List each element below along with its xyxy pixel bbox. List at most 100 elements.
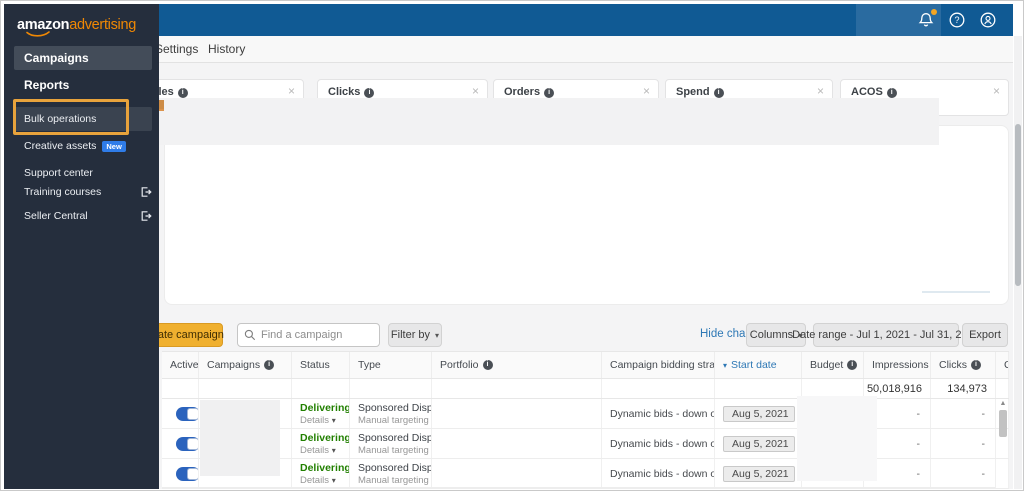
info-icon[interactable]: i (847, 360, 858, 370)
table-column-header[interactable]: Campaigns i (199, 352, 292, 378)
cell-portfolio (432, 459, 602, 488)
cell-portfolio (432, 429, 602, 458)
chevron-down-icon: ▾ (331, 415, 336, 425)
hide-chart-link[interactable]: Hide chart (700, 328, 752, 340)
table-summary-row: 50,018,916 134,973 (162, 379, 1009, 399)
start-date-field[interactable]: Aug 5, 2021 (723, 465, 795, 482)
chart-axis-line (922, 291, 990, 293)
metric-card-label: Orders i (504, 86, 555, 98)
sidebar-item-reports[interactable]: Reports (24, 76, 179, 94)
table-row: Delivering Details ▾ Sponsored Display M… (162, 459, 1009, 489)
table-column-header[interactable]: Active (162, 352, 199, 378)
close-icon[interactable]: × (993, 85, 1000, 97)
summary-bidding (602, 379, 715, 398)
cell-clicks: - (931, 399, 996, 428)
app-window: ? Settings History Salesi × Clicksi × (0, 0, 1024, 491)
cell-active (162, 429, 199, 458)
table-column-header[interactable]: Type (350, 352, 432, 378)
tab-settings[interactable]: Settings (155, 42, 198, 56)
details-dropdown[interactable]: Details ▾ (300, 445, 349, 456)
new-badge: New (102, 140, 126, 152)
table-column-header[interactable]: Status (292, 352, 350, 378)
toggle-knob (187, 437, 198, 450)
info-icon[interactable]: i (713, 88, 724, 98)
table-scrollbar[interactable]: ▲ (998, 400, 1008, 486)
summary-portfolio (432, 379, 602, 398)
summary-status (292, 379, 350, 398)
cell-status: Delivering Details ▾ (292, 429, 350, 458)
close-icon[interactable]: × (643, 85, 650, 97)
info-icon[interactable]: i (971, 360, 981, 370)
sidebar-item-creative-assets[interactable]: Creative assets New (24, 140, 179, 152)
info-icon[interactable]: i (886, 88, 897, 98)
info-icon[interactable]: i (264, 360, 275, 370)
info-icon[interactable]: i (177, 88, 188, 98)
campaign-search-box (237, 323, 380, 347)
details-dropdown[interactable]: Details ▾ (300, 475, 349, 486)
info-icon[interactable]: i (364, 88, 375, 98)
active-toggle[interactable] (176, 436, 198, 451)
table-column-header[interactable]: Campaign bidding strategy i (602, 352, 715, 378)
export-button[interactable]: Export (962, 323, 1008, 347)
scrollbar-thumb[interactable] (1015, 124, 1021, 286)
external-link-icon (140, 210, 152, 222)
summary-type (350, 379, 432, 398)
cut-metric-value-fragment (159, 100, 164, 111)
svg-text:?: ? (954, 15, 959, 25)
amazon-advertising-logo[interactable]: amazonadvertising (17, 17, 136, 37)
sidebar: amazonadvertising Campaigns Reports Bulk… (4, 4, 159, 489)
notifications-bell-icon[interactable] (917, 9, 937, 29)
cell-clicks: - (931, 459, 996, 488)
cell-bidding-strategy: Dynamic bids - down only (602, 429, 715, 458)
cell-status: Delivering Details ▾ (292, 459, 350, 488)
table-header-row: Active Campaigns i Status Type Portfolio… (162, 351, 1009, 379)
sidebar-item-campaigns[interactable]: Campaigns (14, 46, 152, 70)
table-column-header[interactable]: Clicks i (931, 352, 996, 378)
info-icon[interactable]: i (482, 360, 493, 370)
table-column-header[interactable]: Portfolio i (432, 352, 602, 378)
cell-start-date: Aug 5, 2021 (715, 399, 802, 428)
info-icon[interactable]: i (544, 88, 555, 98)
details-dropdown[interactable]: Details ▾ (300, 415, 349, 426)
toggle-knob (187, 407, 198, 420)
notification-dot (931, 9, 937, 15)
cell-active (162, 399, 199, 428)
close-icon[interactable]: × (288, 85, 295, 97)
active-toggle[interactable] (176, 466, 198, 481)
table-column-header[interactable]: Budget i (802, 352, 864, 378)
chevron-down-icon: ▾ (435, 330, 440, 340)
start-date-field[interactable]: Aug 5, 2021 (723, 405, 795, 422)
cell-active (162, 459, 199, 488)
account-icon[interactable] (979, 11, 997, 29)
search-input[interactable] (261, 329, 373, 341)
scroll-up-icon[interactable]: ▲ (998, 400, 1008, 408)
active-toggle[interactable] (176, 406, 198, 421)
cell-bidding-strategy: Dynamic bids - down only (602, 399, 715, 428)
sidebar-item-support-center[interactable]: Support center (24, 163, 179, 181)
help-icon[interactable]: ? (948, 11, 966, 29)
cell-type: Sponsored Display Manual targeting (350, 459, 432, 488)
table-row: Delivering Details ▾ Sponsored Display M… (162, 399, 1009, 429)
date-range-button[interactable]: Date range - Jul 1, 2021 - Jul 31, 2021 (792, 323, 980, 347)
search-icon (244, 329, 256, 341)
table-column-header[interactable]: Impressions i (864, 352, 931, 378)
sidebar-item-training-courses[interactable]: Training courses (24, 186, 152, 198)
sort-desc-icon: ▾ (723, 360, 728, 370)
redacted-budget-values (797, 396, 877, 481)
cell-start-date: Aug 5, 2021 (715, 459, 802, 488)
close-icon[interactable]: × (817, 85, 824, 97)
table-column-header[interactable]: CTR (996, 352, 1009, 378)
tab-history[interactable]: History (208, 42, 245, 56)
start-date-field[interactable]: Aug 5, 2021 (723, 435, 795, 452)
table-column-header[interactable]: ▾ Start date (715, 352, 802, 378)
cell-start-date: Aug 5, 2021 (715, 429, 802, 458)
close-icon[interactable]: × (472, 85, 479, 97)
sidebar-item-bulk-operations[interactable]: Bulk operations (14, 107, 152, 131)
table-body: Delivering Details ▾ Sponsored Display M… (162, 399, 1009, 489)
campaigns-table: Active Campaigns i Status Type Portfolio… (162, 351, 1009, 489)
sidebar-item-seller-central[interactable]: Seller Central (24, 210, 152, 222)
scrollbar-thumb[interactable] (999, 410, 1007, 437)
filter-by-button[interactable]: Filter by ▾ (388, 323, 442, 347)
page-scrollbar[interactable] (1014, 36, 1022, 489)
cell-clicks: - (931, 429, 996, 458)
